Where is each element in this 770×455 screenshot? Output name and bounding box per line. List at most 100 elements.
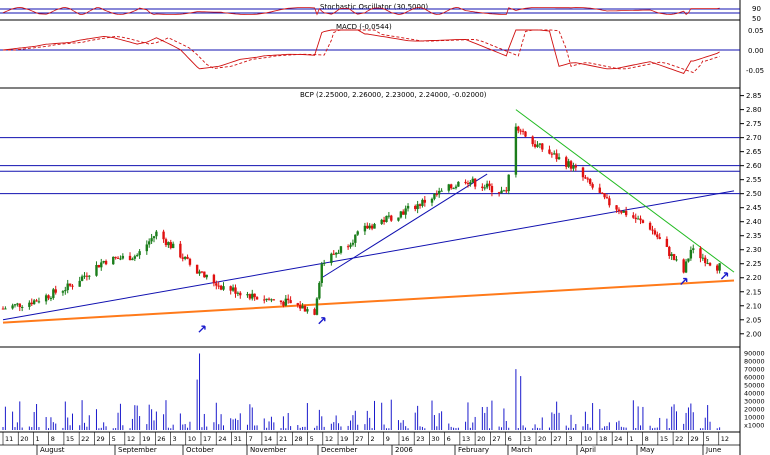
candle-body	[164, 239, 168, 246]
candle-body	[272, 299, 276, 301]
candle-body	[524, 131, 527, 137]
candle-body	[406, 205, 410, 209]
candle-body	[380, 219, 383, 224]
candle-body	[641, 220, 645, 223]
candle-body	[16, 303, 19, 305]
candle-body	[318, 282, 321, 299]
candle-body	[586, 178, 589, 180]
candle-body	[52, 289, 55, 298]
x-day-tick: 19	[340, 435, 348, 443]
candle-body	[236, 292, 240, 294]
x-day-tick: 16	[401, 435, 409, 443]
x-day-tick: 27	[492, 435, 500, 443]
x-day-tick: 10	[188, 435, 196, 443]
candle-body	[500, 190, 503, 194]
candle-body	[370, 225, 374, 229]
candle-body	[368, 225, 371, 229]
candle-body	[253, 293, 256, 298]
candle-body	[615, 205, 618, 210]
x-day-tick: 26	[157, 435, 165, 443]
candle-body	[382, 219, 386, 223]
candle-body	[517, 126, 520, 131]
candle-body	[88, 275, 91, 277]
x-month-label: September	[118, 446, 157, 454]
candle-body	[416, 204, 419, 210]
candle-body	[287, 298, 290, 301]
price-tick-label: 2.40	[746, 218, 762, 226]
x-day-tick: 20	[477, 435, 485, 443]
candle-body	[18, 303, 21, 308]
candle-body	[363, 225, 367, 232]
candle-body	[553, 153, 556, 155]
candle-body	[653, 230, 657, 235]
x-day-tick: 3	[173, 435, 177, 443]
candle-body	[114, 256, 117, 258]
candle-body	[61, 291, 65, 293]
candle-body	[656, 234, 659, 238]
candle-body	[30, 302, 33, 305]
x-day-tick: 9	[386, 435, 390, 443]
candle-body	[490, 186, 494, 193]
candle-body	[548, 149, 551, 154]
candle-body	[64, 290, 67, 292]
candle-body	[639, 218, 642, 221]
candle-body	[701, 257, 705, 259]
x-day-tick: 27	[355, 435, 363, 443]
x-day-tick: 14	[264, 435, 272, 443]
candle-body	[624, 210, 628, 216]
candle-body	[574, 165, 578, 168]
candle-body	[636, 218, 640, 220]
x-month-label: November	[250, 446, 287, 454]
candle-body	[651, 229, 654, 231]
candle-body	[44, 295, 48, 302]
candle-body	[366, 225, 369, 229]
candle-body	[519, 130, 522, 132]
candle-body	[1, 308, 5, 310]
x-day-tick: 6	[508, 435, 512, 443]
stock-chart: Stochastic Oscillator (30,5000) 90 50 MA…	[0, 0, 770, 455]
price-tick-label: 2.00	[746, 330, 762, 338]
candle-body	[488, 183, 491, 187]
candle-body	[672, 254, 676, 260]
x-day-tick: 12	[325, 435, 333, 443]
candle-body	[449, 184, 453, 189]
candle-body	[423, 199, 427, 203]
candle-body	[181, 257, 184, 259]
candle-body	[622, 210, 625, 213]
x-day-tick: 1	[629, 435, 633, 443]
candle-body	[313, 309, 316, 315]
candle-body	[399, 211, 403, 218]
candle-body	[390, 215, 393, 221]
candle-body	[531, 136, 534, 145]
volume-tick-label: x1000	[744, 422, 764, 430]
x-day-tick: 12	[127, 435, 135, 443]
candle-body	[179, 243, 182, 258]
price-tick-label: 2.30	[746, 246, 762, 254]
candle-body	[37, 301, 41, 303]
candle-body	[83, 275, 86, 277]
candle-body	[349, 244, 352, 247]
candle-body	[485, 183, 489, 188]
candle-body	[704, 257, 707, 264]
candle-body	[620, 211, 623, 213]
candle-body	[521, 130, 525, 132]
x-day-tick: 29	[690, 435, 698, 443]
x-day-tick: 15	[66, 435, 74, 443]
candle-body	[440, 190, 443, 192]
candle-body	[267, 298, 271, 300]
candle-body	[152, 236, 156, 239]
candle-body	[565, 157, 568, 167]
candle-body	[481, 186, 484, 189]
price-tick-label: 2.10	[746, 302, 762, 310]
candle-body	[222, 286, 225, 290]
candle-body	[263, 299, 266, 301]
candle-body	[80, 276, 84, 281]
candle-body	[435, 193, 439, 195]
candle-body	[658, 237, 661, 239]
x-month-label: 2006	[395, 446, 413, 454]
candle-body	[466, 183, 470, 185]
candle-body	[608, 198, 611, 206]
candle-body	[351, 242, 355, 245]
candle-body	[557, 157, 561, 160]
candle-body	[155, 231, 158, 237]
